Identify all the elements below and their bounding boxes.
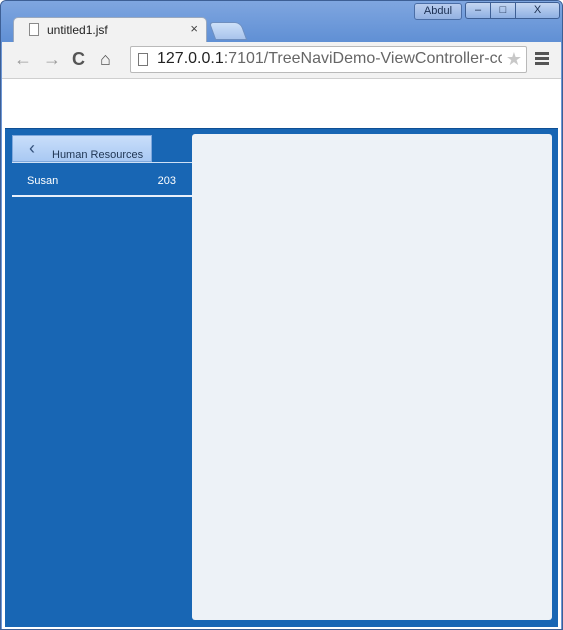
bookmark-star-icon[interactable]: ★ [506, 49, 522, 70]
tab-title: untitled1.jsf [47, 23, 108, 37]
profile-badge[interactable]: Abdul [414, 3, 462, 20]
browser-window: Abdul – □ X untitled1.jsf × ← → C ⌂ 127.… [0, 0, 563, 630]
back-to-human-resources-button[interactable]: ‹ Human Resources [12, 135, 152, 162]
page-icon [138, 53, 148, 66]
maximize-button[interactable]: □ [490, 2, 516, 19]
page-content: ‹ Human Resources Susan 203 [2, 79, 561, 629]
browser-toolbar: ← → C ⌂ 127.0.0.1:7101/TreeNaviDemo-View… [2, 42, 561, 79]
url-text[interactable]: 127.0.0.1:7101/TreeNaviDemo-ViewControll… [157, 50, 502, 68]
forward-arrow-icon[interactable]: → [43, 49, 61, 69]
minimize-button[interactable]: – [465, 2, 491, 19]
tree-navigation-app: ‹ Human Resources Susan 203 [5, 128, 558, 627]
back-arrow-icon[interactable]: ← [14, 49, 32, 69]
tree-item-name: Susan [27, 175, 59, 187]
address-bar[interactable]: 127.0.0.1:7101/TreeNaviDemo-ViewControll… [130, 46, 527, 73]
home-icon[interactable]: ⌂ [100, 49, 111, 69]
url-host: 127.0.0.1 [157, 50, 224, 67]
new-tab-button[interactable] [208, 22, 248, 40]
page-icon [29, 23, 39, 36]
url-path: :7101/TreeNaviDemo-ViewController-co [223, 50, 502, 67]
tree-item-susan[interactable]: Susan 203 [12, 163, 192, 197]
detail-panel [192, 134, 552, 620]
chevron-left-icon: ‹ [29, 138, 35, 158]
back-button-label: Human Resources [52, 149, 144, 161]
tab-close-icon[interactable]: × [190, 21, 198, 36]
reload-icon[interactable]: C [72, 49, 85, 69]
close-window-button[interactable]: X [515, 2, 560, 19]
title-bar: Abdul – □ X untitled1.jsf × [1, 1, 562, 43]
tab-untitled1[interactable]: untitled1.jsf × [13, 17, 207, 43]
tree-item-count: 203 [157, 175, 176, 187]
menu-icon[interactable] [535, 52, 549, 67]
